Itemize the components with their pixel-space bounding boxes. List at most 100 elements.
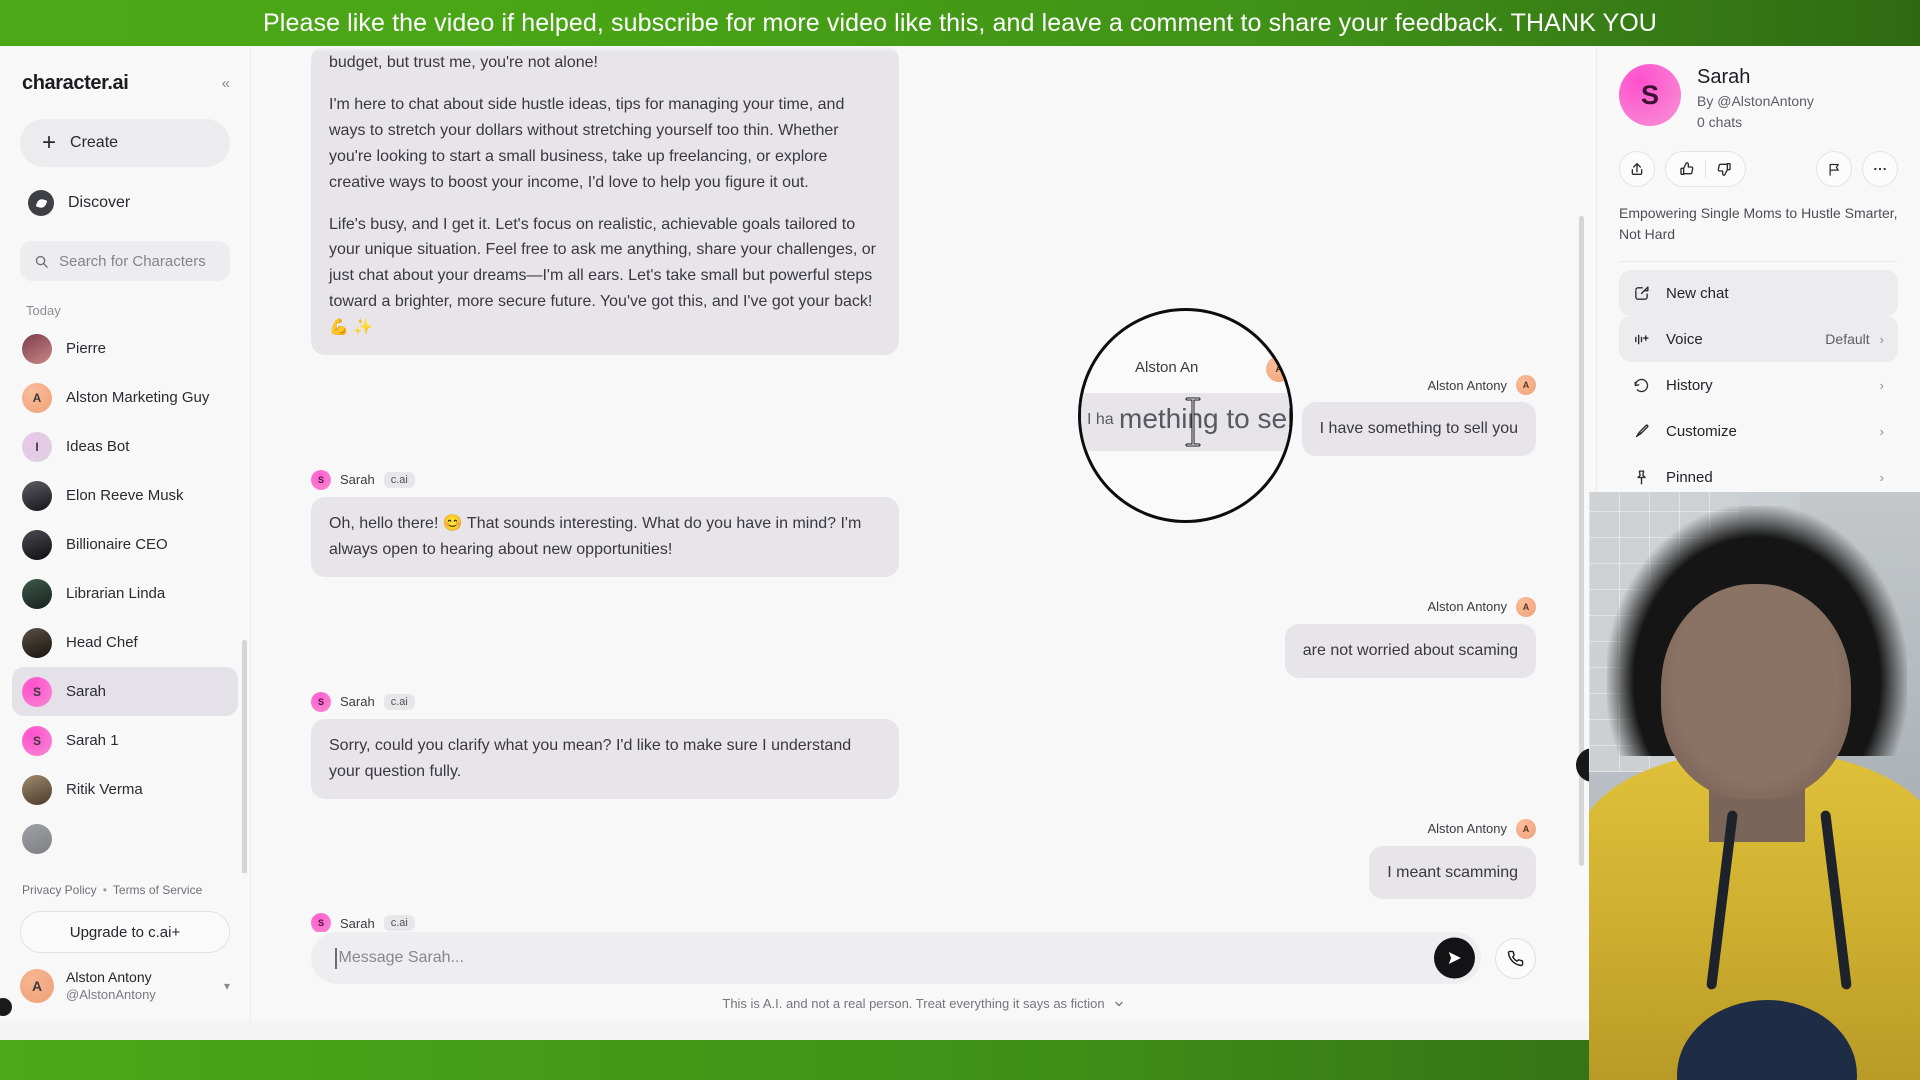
message-row: Alston Antony A I have something to sell… (311, 359, 1536, 456)
avatar: S (22, 676, 52, 707)
sidebar: character.ai « + Create Discover Search … (0, 46, 251, 1021)
create-button[interactable]: + Create (20, 119, 230, 167)
sidebar-item-ritik-verma[interactable]: Ritik Verma (12, 765, 238, 814)
avatar: A (1516, 596, 1536, 617)
sidebar-item-sarah[interactable]: S Sarah (12, 667, 238, 716)
sidebar-item-sarah-1[interactable]: S Sarah 1 (12, 716, 238, 765)
divider (1619, 261, 1898, 262)
sidebar-item-alston-marketing-guy[interactable]: A Alston Marketing Guy (12, 373, 238, 422)
webcam-face (1661, 584, 1851, 799)
message-row: S Sarah c.ai Oh, hello there! 😊 That sou… (311, 469, 1536, 577)
flag-icon (1829, 163, 1839, 176)
message-author-name: Alston Antony (1427, 821, 1508, 836)
chevron-right-icon: › (1879, 469, 1884, 485)
message-paragraph: budget, but trust me, you're not alone! (329, 54, 598, 71)
sidebar-item-ideas-bot[interactable]: I Ideas Bot (12, 422, 238, 471)
call-button[interactable] (1495, 937, 1536, 979)
chevron-right-icon: › (1879, 377, 1884, 393)
ai-disclaimer[interactable]: This is A.I. and not a real person. Trea… (311, 984, 1536, 1011)
sidebar-item-label: Pierre (66, 340, 107, 357)
message-author: S Sarah c.ai (311, 913, 1536, 932)
avatar (22, 529, 52, 560)
character-chat-count: 0 chats (1697, 114, 1743, 130)
new-chat-label: New chat (1666, 284, 1729, 302)
screen: Please like the video if helped, subscri… (0, 0, 1920, 1080)
message-author-name: Sarah (340, 915, 375, 931)
avatar (22, 774, 52, 805)
like-button[interactable] (1679, 161, 1695, 177)
avatar: A (1516, 375, 1536, 396)
sidebar-item-label: Alston Marketing Guy (66, 389, 210, 406)
message-author-name: Alston Antony (1427, 599, 1508, 615)
create-button-label: Create (70, 134, 119, 151)
sidebar-item-librarian-linda[interactable]: Librarian Linda (12, 569, 238, 618)
cai-badge: c.ai (383, 693, 415, 710)
chat-history-list: Pierre A Alston Marketing Guy I Ideas Bo… (0, 324, 250, 873)
avatar: A (22, 382, 52, 413)
magnified-author-name: Alston An (1135, 359, 1199, 376)
sidebar-item-elon-reeve-musk[interactable]: Elon Reeve Musk (12, 471, 238, 520)
terms-of-service-link[interactable]: Terms of Service (113, 883, 202, 897)
message-paragraph: I'm here to chat about side hustle ideas… (329, 95, 845, 191)
message-input[interactable]: Message Sarah... (311, 932, 1481, 984)
customize-value-group: › (1880, 424, 1884, 439)
message-input-placeholder: Message Sarah... (338, 949, 464, 966)
cai-badge: c.ai (383, 915, 415, 932)
message-paragraph: Life's busy, and I get it. Let's focus o… (329, 215, 876, 337)
customize-row[interactable]: Customize › (1619, 408, 1898, 454)
sidebar-footer: Privacy Policy • Terms of Service Upgrade … (0, 873, 250, 1021)
message-author-name: Alston Antony (1427, 377, 1508, 393)
sidebar-item-label: Head Chef (66, 634, 138, 651)
user-handle: @AlstonAntony (66, 986, 156, 1002)
edit-icon (1635, 285, 1649, 300)
sidebar-item-billionaire-ceo[interactable]: Billionaire CEO (12, 520, 238, 569)
send-button[interactable] (1434, 937, 1475, 979)
message-author-name: Sarah (340, 472, 375, 488)
more-options-button[interactable] (1862, 151, 1898, 187)
message-bubble: Sorry, could you clarify what you mean? … (311, 718, 899, 799)
sidebar-item-label: Sarah 1 (66, 732, 119, 749)
sidebar-item-label: Sarah (66, 683, 107, 700)
sidebar-item-label: Billionaire CEO (66, 536, 168, 553)
avatar: A (1516, 818, 1536, 839)
message-bubble: I meant scamming (1369, 845, 1536, 900)
voice-label: Voice (1666, 330, 1703, 348)
phone-icon (1507, 950, 1524, 966)
brush-icon (1635, 424, 1649, 437)
sidebar-scrollbar[interactable] (242, 640, 247, 873)
upgrade-button[interactable]: Upgrade to c.ai+ (20, 911, 230, 953)
avatar: S (22, 725, 52, 756)
voice-setting-row[interactable]: Voice Default › (1619, 316, 1898, 362)
message-row: S Sarah c.ai Sorry, could you clarify wh… (311, 691, 1536, 799)
voice-value-group: Default › (1825, 331, 1884, 347)
discover-label: Discover (68, 194, 131, 211)
thumbs-down-icon (1717, 163, 1731, 176)
pinned-label: Pinned (1666, 468, 1713, 486)
character-author: By @AlstonAntony (1697, 93, 1814, 109)
promo-banner: Please like the video if helped, subscri… (0, 0, 1920, 46)
list-item[interactable] (12, 814, 238, 863)
sidebar-item-head-chef[interactable]: Head Chef (12, 618, 238, 667)
avatar: S (311, 913, 331, 932)
new-chat-button[interactable]: New chat (1619, 270, 1898, 316)
sidebar-item-pierre[interactable]: Pierre (12, 324, 238, 373)
message-author: Alston Antony A (1427, 818, 1536, 839)
sidebar-section-label: Today (26, 303, 61, 318)
report-button[interactable] (1816, 151, 1852, 187)
discover-nav-item[interactable]: Discover (20, 181, 230, 225)
voice-value: Default (1825, 331, 1870, 347)
message-bubble: are not worried about scaming (1284, 623, 1536, 678)
history-row[interactable]: History › (1619, 362, 1898, 408)
chevron-right-icon: › (1879, 331, 1884, 347)
collapse-sidebar-icon[interactable]: « (222, 75, 230, 92)
privacy-policy-link[interactable]: Privacy Policy (22, 883, 97, 897)
chevron-down-icon[interactable]: ▾ (224, 979, 230, 993)
cursor-magnifier: Alston An A I ha mething to sell yo ·· (1078, 308, 1293, 523)
search-input[interactable]: Search for Characters (20, 241, 230, 281)
avatar: A (1266, 356, 1290, 382)
user-account-row[interactable]: A Alston Antony @AlstonAntony ▾ (20, 969, 230, 1007)
dislike-button[interactable] (1716, 161, 1732, 177)
more-icon (1874, 167, 1886, 171)
share-button[interactable] (1619, 151, 1655, 187)
ai-disclaimer-text: This is A.I. and not a real person. Trea… (722, 996, 1105, 1011)
